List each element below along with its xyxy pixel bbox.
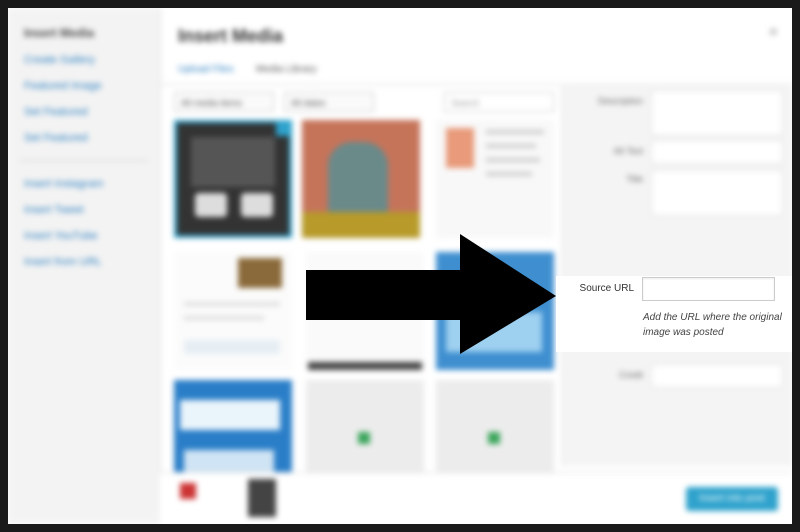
media-type-filter[interactable]: All media items bbox=[174, 92, 274, 112]
thumb-image-shape bbox=[241, 193, 273, 217]
source-url-help: Add the URL where the original image was… bbox=[643, 312, 782, 338]
image-placeholder-icon bbox=[358, 432, 370, 444]
field-label: Alt Text bbox=[613, 146, 643, 156]
image-placeholder-icon bbox=[488, 432, 500, 444]
thumb-text-line bbox=[486, 130, 544, 134]
thumb-text-line bbox=[486, 172, 532, 176]
field-label: Title bbox=[626, 174, 643, 184]
source-url-label: Source URL bbox=[579, 283, 634, 294]
menu-item-featured-image[interactable]: Featured Image bbox=[24, 80, 102, 92]
menu-item-instagram[interactable]: Insert Instagram bbox=[24, 178, 103, 190]
date-filter[interactable]: All dates bbox=[284, 92, 374, 112]
right-arrow-icon bbox=[306, 234, 556, 354]
thumb-text-line bbox=[486, 144, 536, 148]
field-label: Credit bbox=[618, 370, 643, 380]
thumb-text-line bbox=[184, 302, 280, 306]
credit-field[interactable] bbox=[651, 364, 783, 388]
attachment-thumb[interactable] bbox=[302, 120, 420, 238]
attachment-thumb[interactable] bbox=[174, 252, 292, 370]
menu-item-create-gallery[interactable]: Create Gallery bbox=[24, 54, 95, 66]
search-input[interactable]: Search bbox=[444, 92, 554, 112]
alt-text-field[interactable] bbox=[651, 140, 783, 164]
field-label: Description bbox=[597, 96, 643, 106]
thumb-image-shape bbox=[238, 258, 282, 288]
menu-item-tweet[interactable]: Insert Tweet bbox=[24, 204, 84, 216]
menu-separator bbox=[20, 160, 148, 161]
attachment-thumb-selected[interactable] bbox=[174, 120, 292, 238]
thumb-text-line bbox=[184, 316, 264, 320]
thumb-image-shape bbox=[191, 137, 275, 187]
menu-item-from-url[interactable]: Insert from URL bbox=[24, 256, 102, 268]
attachment-thumb[interactable] bbox=[436, 120, 554, 238]
thumb-image-shape bbox=[446, 128, 474, 168]
thumb-image-shape bbox=[308, 362, 422, 370]
media-modal: Insert Media Create Gallery Featured Ima… bbox=[8, 8, 792, 524]
description-field[interactable] bbox=[651, 90, 783, 136]
tab-media-library[interactable]: Media Library bbox=[256, 64, 317, 75]
insert-into-post-button[interactable]: Insert into post bbox=[686, 487, 778, 511]
thumb-image-shape bbox=[180, 400, 280, 430]
thumb-image-shape bbox=[195, 193, 227, 217]
menu-title: Insert Media bbox=[24, 26, 95, 40]
menu-item-youtube[interactable]: Insert YouTube bbox=[24, 230, 98, 242]
thumb-image-shape bbox=[180, 483, 196, 499]
thumb-image-shape bbox=[248, 479, 276, 517]
modal-title: Insert Media bbox=[178, 26, 284, 46]
menu-item-set-featured[interactable]: Set Featured bbox=[24, 106, 88, 118]
check-icon bbox=[276, 120, 292, 136]
media-footer: Insert into post bbox=[160, 472, 792, 524]
close-icon[interactable]: × bbox=[769, 24, 778, 42]
menu-item-set-featured-2[interactable]: Set Featured bbox=[24, 132, 88, 144]
source-url-input[interactable] bbox=[642, 277, 775, 301]
title-field[interactable] bbox=[651, 170, 783, 216]
thumb-text-line bbox=[486, 158, 540, 162]
arrow-shape bbox=[306, 234, 556, 354]
thumb-image-shape bbox=[184, 340, 280, 354]
tab-upload-files[interactable]: Upload Files bbox=[178, 64, 234, 75]
media-menu: Insert Media Create Gallery Featured Ima… bbox=[8, 8, 161, 524]
media-tabs: Upload Files Media Library bbox=[160, 60, 792, 85]
